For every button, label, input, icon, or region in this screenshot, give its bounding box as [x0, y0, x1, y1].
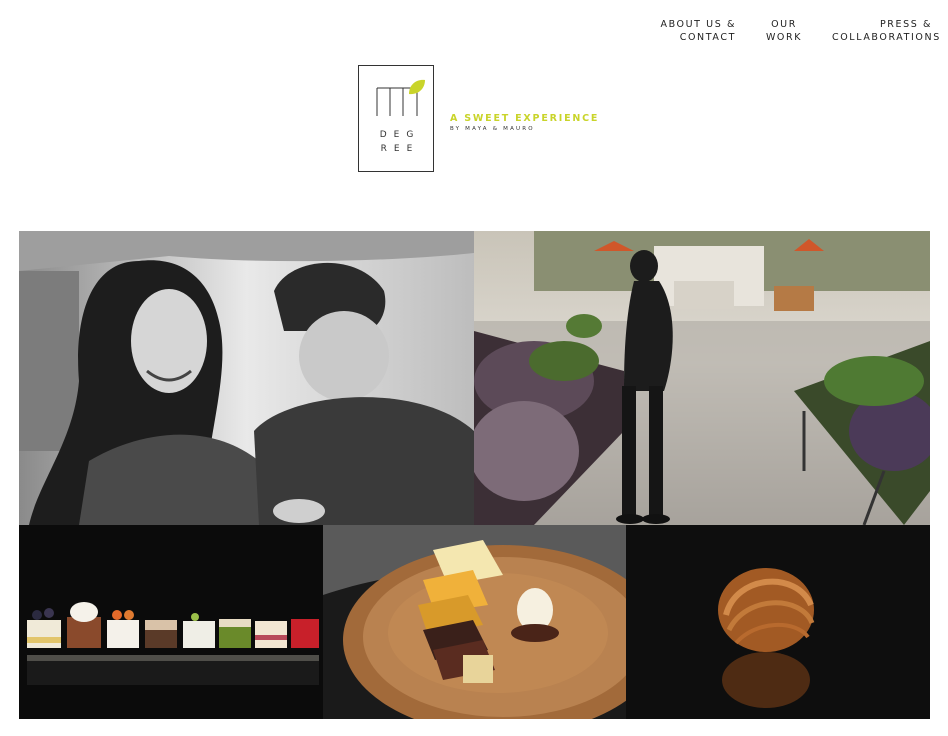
logo-line1: DEG [379, 130, 421, 140]
nav-work-line2: WORK [765, 32, 803, 43]
logo-mark-icon [376, 79, 425, 116]
logo[interactable]: DEG REE [358, 65, 434, 172]
logo-wordmark: DEG REE [359, 128, 435, 156]
gallery-tile-croissant[interactable] [626, 525, 930, 719]
tagline: A SWEET EXPERIENCE [450, 113, 600, 124]
gallery-tile-couple[interactable] [19, 231, 474, 525]
nav-press-line1: PRESS & [879, 19, 932, 30]
nav-press-collaborations[interactable]: PRESS & COLLABORATIONS [832, 18, 941, 44]
nav-about-line2: CONTACT [679, 32, 736, 43]
nav-about-contact[interactable]: ABOUT US & CONTACT [660, 18, 736, 44]
gallery-tile-market[interactable] [474, 231, 930, 525]
photo-desserts-icon [19, 525, 323, 719]
byline: BY MAYA & MAURO [450, 126, 535, 132]
main-nav: ABOUT US & CONTACT OUR WORK PRESS & COLL… [0, 18, 948, 48]
nav-our-work[interactable]: OUR WORK [760, 18, 808, 44]
nav-press-line2: COLLABORATIONS [832, 32, 941, 43]
photo-market-icon [474, 231, 930, 525]
nav-about-line1: ABOUT US & [660, 19, 736, 30]
logo-line2: REE [380, 144, 420, 154]
gallery-tile-plate[interactable] [323, 525, 626, 719]
gallery-tile-desserts[interactable] [19, 525, 323, 719]
photo-couple-icon [19, 231, 474, 525]
nav-work-line1: OUR [771, 19, 797, 30]
photo-chocolate-plate-icon [323, 525, 626, 719]
photo-croissant-icon [626, 525, 930, 719]
